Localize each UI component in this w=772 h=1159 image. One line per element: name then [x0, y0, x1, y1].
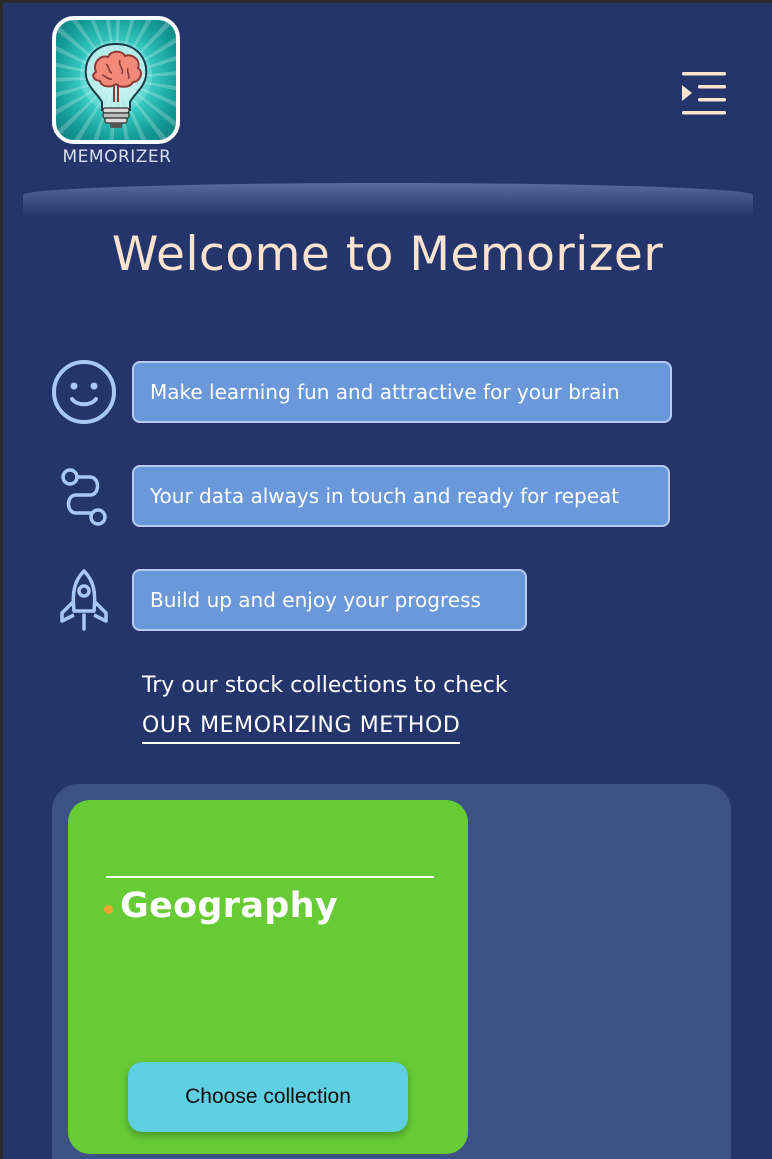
feature-pill-fun: Make learning fun and attractive for you… — [132, 361, 672, 423]
memorizing-method-link[interactable]: OUR MEMORIZING METHOD — [142, 713, 461, 744]
bullet-dot-icon — [104, 905, 113, 914]
cta-intro: Try our stock collections to check — [142, 673, 508, 698]
brain-lightbulb-icon — [80, 40, 152, 128]
brain-lightbulb-logo[interactable] — [52, 16, 180, 144]
brand-name: MEMORIZER — [62, 147, 172, 167]
route-path-icon — [50, 463, 118, 531]
menu-indent-icon[interactable] — [679, 69, 729, 119]
collection-card[interactable]: Geography Choose collection — [68, 800, 468, 1154]
card-divider — [106, 876, 434, 878]
page-title: Welcome to Memorizer — [111, 227, 664, 282]
rocket-icon — [50, 567, 118, 635]
feature-text: Your data always in touch and ready for … — [150, 484, 620, 508]
feature-text: Make learning fun and attractive for you… — [150, 380, 620, 404]
feature-pill-progress: Build up and enjoy your progress — [132, 569, 527, 631]
header-divider — [23, 183, 753, 217]
feature-pill-data: Your data always in touch and ready for … — [132, 465, 670, 527]
feature-text: Build up and enjoy your progress — [150, 588, 481, 612]
choose-collection-button[interactable]: Choose collection — [128, 1062, 408, 1132]
page: MEMORIZER Welcome to Memorizer Make lear… — [3, 3, 772, 1159]
collections-panel: Geography Choose collection — [52, 784, 731, 1159]
smiley-face-icon — [50, 358, 118, 426]
collection-title: Geography — [120, 886, 338, 926]
